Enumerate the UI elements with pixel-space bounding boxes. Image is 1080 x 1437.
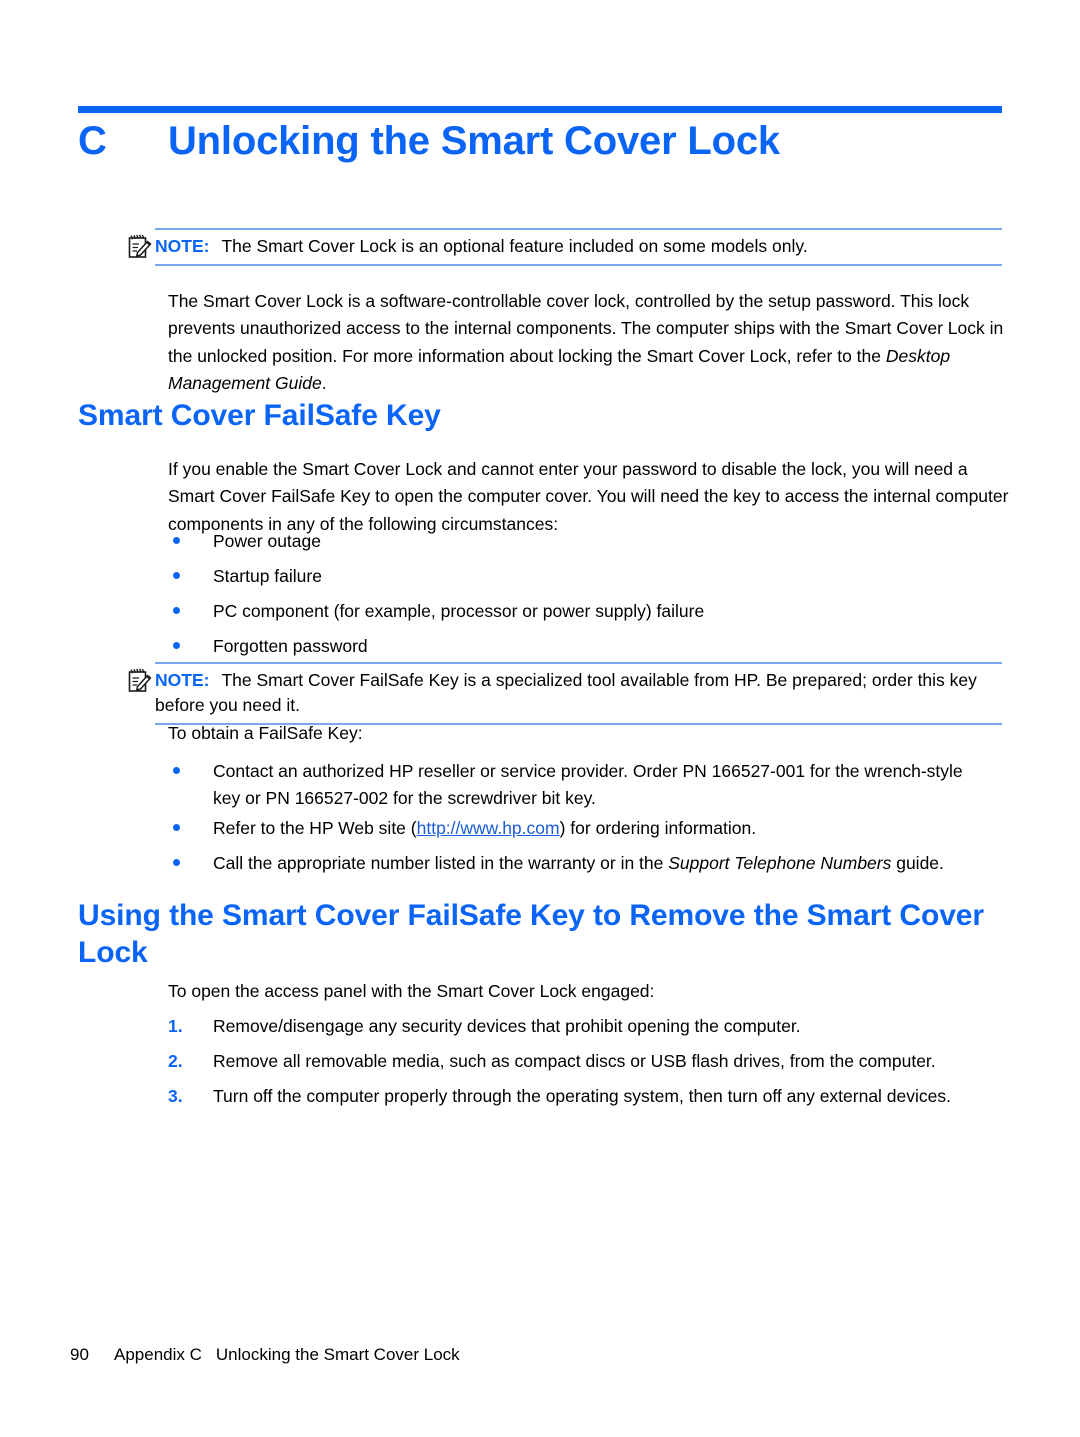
list-item: Refer to the HP Web site (http://www.hp.… xyxy=(168,815,988,842)
link-prefix-text: Refer to the HP Web site ( xyxy=(213,818,417,838)
document-page: C Unlocking the Smart Cover Lock NOTE: Th… xyxy=(0,0,1080,1437)
note-body: NOTE: The Smart Cover Lock is an optional… xyxy=(128,230,1002,264)
call-text-before: Call the appropriate number listed in th… xyxy=(213,853,669,873)
link-suffix-text: ) for ordering information. xyxy=(559,818,757,838)
list-item: 1. Remove/disengage any security devices… xyxy=(168,1013,998,1040)
bullet-marker-icon xyxy=(173,642,180,649)
intro-paragraph: The Smart Cover Lock is a software-contr… xyxy=(168,288,1016,397)
footer-page-number: 90 xyxy=(70,1345,89,1364)
note-block-2: NOTE: The Smart Cover FailSafe Key is a s… xyxy=(128,662,1002,725)
call-text-after: guide. xyxy=(891,853,944,873)
note-text: The Smart Cover Lock is an optional feat… xyxy=(221,236,808,256)
step-text: Turn off the computer properly through t… xyxy=(213,1086,952,1106)
heading-using-failsafe-key: Using the Smart Cover FailSafe Key to Re… xyxy=(78,899,984,969)
list-item-text: Startup failure xyxy=(213,566,322,586)
bullet-marker-icon xyxy=(173,824,180,831)
list-item-text: Forgotten password xyxy=(213,636,368,656)
list-item: Power outage xyxy=(168,528,968,555)
obtain-key-lead: To obtain a FailSafe Key: xyxy=(168,723,363,743)
chapter-header-rule xyxy=(78,106,1002,113)
step-number: 2. xyxy=(168,1051,183,1071)
list-item-text: PC component (for example, processor or … xyxy=(213,601,705,621)
list-item: Startup failure xyxy=(168,563,968,590)
list-item: 2. Remove all removable media, such as c… xyxy=(168,1048,1018,1075)
step-text: Remove all removable media, such as comp… xyxy=(213,1051,936,1071)
bullet-marker-icon xyxy=(173,537,180,544)
step-number: 3. xyxy=(168,1086,183,1106)
intro-text-after: . xyxy=(321,372,327,393)
list-item: 3. Turn off the computer properly throug… xyxy=(168,1083,1018,1110)
bullet-marker-icon xyxy=(173,607,180,614)
bullet-marker-icon xyxy=(173,572,180,579)
list-item-text: Call the appropriate number listed in th… xyxy=(168,850,998,877)
note-body: NOTE: The Smart Cover FailSafe Key is a s… xyxy=(128,664,1002,723)
failsafe-paragraph: If you enable the Smart Cover Lock and c… xyxy=(168,459,1009,534)
using-lead-paragraph: To open the access panel with the Smart … xyxy=(168,981,655,1001)
list-item-text: Refer to the HP Web site (http://www.hp.… xyxy=(168,815,988,842)
list-item: PC component (for example, processor or … xyxy=(168,598,968,625)
step-number: 1. xyxy=(168,1016,183,1036)
list-item-text: Contact an authorized HP reseller or ser… xyxy=(213,761,963,809)
page-footer: 90 Appendix C Unlocking the Smart Cover … xyxy=(70,1345,460,1365)
list-item: Contact an authorized HP reseller or ser… xyxy=(168,758,988,813)
list-item: Call the appropriate number listed in th… xyxy=(168,850,998,877)
step-text: Remove/disengage any security devices th… xyxy=(213,1016,801,1036)
note-bottom-rule xyxy=(155,263,1002,266)
list-item: Forgotten password xyxy=(168,633,968,660)
note-block-1: NOTE: The Smart Cover Lock is an optional… xyxy=(128,228,1002,266)
intro-text-before: The Smart Cover Lock is a software-contr… xyxy=(168,291,1004,366)
note-pad-pencil-icon xyxy=(128,233,152,259)
note-label: NOTE: xyxy=(155,670,210,690)
page-title: C Unlocking the Smart Cover Lock xyxy=(78,118,1008,164)
support-telephone-numbers-italic: Support Telephone Numbers xyxy=(668,853,892,873)
note-pad-pencil-icon xyxy=(128,667,152,693)
note-label: NOTE: xyxy=(155,236,210,256)
hp-web-site-link[interactable]: http://www.hp.com xyxy=(417,818,560,838)
footer-title: Unlocking the Smart Cover Lock xyxy=(215,1345,460,1364)
chapter-letter: C xyxy=(78,119,107,163)
bullet-marker-icon xyxy=(173,767,180,774)
note-text: The Smart Cover FailSafe Key is a specia… xyxy=(155,670,977,715)
heading-smart-cover-failsafe-key: Smart Cover FailSafe Key xyxy=(78,399,441,432)
list-item-text: Power outage xyxy=(213,531,321,551)
bullet-marker-icon xyxy=(173,859,180,866)
footer-appendix-label: Appendix C xyxy=(114,1345,202,1364)
chapter-title-text: Unlocking the Smart Cover Lock xyxy=(168,119,780,163)
